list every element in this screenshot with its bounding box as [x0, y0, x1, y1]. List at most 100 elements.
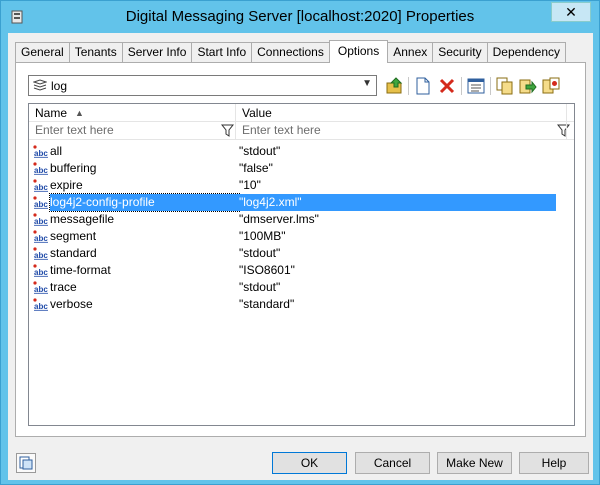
tab-options[interactable]: Options [328, 40, 389, 63]
options-panel: log ▼ Name ▲ Value Enter text here Enter… [15, 62, 586, 437]
tab-dependency[interactable]: Dependency [486, 42, 566, 62]
option-name: messagefile [50, 212, 115, 226]
help-button[interactable]: Help [519, 452, 589, 474]
column-divider [566, 104, 567, 140]
name-filter-input[interactable]: Enter text here [29, 122, 219, 140]
cancel-button[interactable]: Cancel [355, 452, 430, 474]
delete-button[interactable] [437, 76, 457, 96]
option-name: segment [50, 229, 97, 243]
table-row[interactable]: abc all "stdout" [29, 143, 574, 160]
export-arrow-icon [519, 79, 537, 94]
tab-connections[interactable]: Connections [251, 42, 330, 62]
move-up-button[interactable] [385, 76, 405, 96]
window-title: Digital Messaging Server [localhost:2020… [125, 8, 475, 25]
close-button[interactable]: ✕ [551, 2, 591, 22]
folder-up-icon [386, 77, 403, 94]
option-name: log4j2-config-profile [49, 193, 240, 212]
copy-window-button[interactable] [16, 453, 36, 473]
string-abc-icon: abc [33, 162, 49, 175]
chevron-down-icon[interactable]: ▼ [362, 78, 372, 89]
options-grid[interactable]: Name ▲ Value Enter text here Enter text … [28, 103, 575, 426]
filter-funnel-icon[interactable] [220, 124, 235, 137]
string-abc-icon: abc [33, 247, 49, 260]
properties-button[interactable] [466, 76, 486, 96]
section-select-value: log [51, 79, 68, 93]
option-value: "10" [239, 178, 261, 192]
option-name: trace [50, 280, 77, 294]
copy-pages-icon [496, 77, 513, 95]
svg-text:abc: abc [34, 268, 48, 277]
properties-window: Digital Messaging Server [localhost:2020… [0, 0, 600, 485]
tab-tenants[interactable]: Tenants [68, 42, 123, 62]
table-row[interactable]: abc time-format "ISO8601" [29, 262, 574, 279]
svg-text:abc: abc [34, 251, 48, 260]
tab-strip: General Tenants Server Info Start Info C… [15, 40, 566, 63]
string-abc-icon: abc [33, 213, 49, 226]
svg-text:abc: abc [34, 183, 48, 192]
option-value: "stdout" [239, 280, 281, 294]
svg-text:abc: abc [34, 234, 48, 243]
string-abc-icon: abc [33, 179, 49, 192]
ok-button[interactable]: OK [272, 452, 347, 474]
section-select[interactable]: log ▼ [28, 75, 377, 96]
option-value: "dmserver.lms" [239, 212, 319, 226]
table-row[interactable]: abc buffering "false" [29, 160, 574, 177]
option-value: "stdout" [239, 144, 281, 158]
string-abc-icon: abc [33, 264, 49, 277]
table-row[interactable]: abc verbose "standard" [29, 296, 574, 313]
svg-text:abc: abc [34, 285, 48, 294]
new-button[interactable] [413, 76, 433, 96]
option-name: time-format [50, 263, 111, 277]
option-value: "stdout" [239, 246, 281, 260]
option-name: verbose [50, 297, 93, 311]
toolbar-separator [408, 77, 409, 95]
svg-text:abc: abc [34, 217, 48, 226]
filter-row: Enter text here Enter text here [29, 122, 574, 140]
filter-funnel-icon[interactable] [556, 124, 571, 137]
sort-ascending-icon: ▲ [75, 108, 84, 118]
tab-annex[interactable]: Annex [387, 42, 434, 62]
option-value: "false" [239, 161, 273, 175]
table-row[interactable]: abc log4j2-config-profile "log4j2.xml" [29, 193, 574, 212]
section-stack-icon [32, 79, 48, 92]
string-abc-icon: abc [33, 298, 49, 311]
column-header-name[interactable]: Name [29, 104, 235, 122]
dialog-client-area: General Tenants Server Info Start Info C… [8, 33, 593, 480]
table-row[interactable]: abc trace "stdout" [29, 279, 574, 296]
delete-x-icon [439, 78, 455, 94]
table-row[interactable]: abc standard "stdout" [29, 245, 574, 262]
tab-security[interactable]: Security [432, 42, 488, 62]
option-value: "100MB" [239, 229, 286, 243]
table-row[interactable]: abc segment "100MB" [29, 228, 574, 245]
table-row[interactable]: abc messagefile "dmserver.lms" [29, 211, 574, 228]
import-pages-icon [542, 77, 560, 94]
column-divider[interactable] [235, 104, 236, 140]
properties-list-icon [467, 78, 485, 94]
option-name: expire [50, 178, 83, 192]
tab-start-info[interactable]: Start Info [191, 42, 253, 62]
option-value: "standard" [239, 297, 295, 311]
option-name: standard [50, 246, 97, 260]
tab-general[interactable]: General [15, 42, 70, 62]
title-bar[interactable]: Digital Messaging Server [localhost:2020… [1, 1, 599, 33]
new-document-icon [416, 77, 430, 95]
svg-text:abc: abc [34, 166, 48, 175]
toolbar-separator [461, 77, 462, 95]
tab-server-info[interactable]: Server Info [121, 42, 193, 62]
table-row[interactable]: abc expire "10" [29, 177, 574, 194]
option-value: "ISO8601" [239, 263, 295, 277]
toolbar-separator [490, 77, 491, 95]
column-header-value[interactable]: Value [236, 104, 566, 122]
export-button[interactable] [518, 76, 538, 96]
make-new-button[interactable]: Make New [437, 452, 512, 474]
server-app-icon [10, 10, 24, 24]
grid-rows: abc all "stdout" abc buffering "false" abc expi… [29, 143, 574, 313]
svg-text:abc: abc [34, 302, 48, 311]
svg-text:abc: abc [34, 149, 48, 158]
grid-header: Name ▲ Value [29, 104, 574, 122]
import-button[interactable] [541, 76, 561, 96]
option-name: all [50, 144, 63, 158]
copy-button[interactable] [495, 76, 515, 96]
value-filter-input[interactable]: Enter text here [236, 122, 536, 140]
svg-text:abc: abc [34, 200, 48, 209]
